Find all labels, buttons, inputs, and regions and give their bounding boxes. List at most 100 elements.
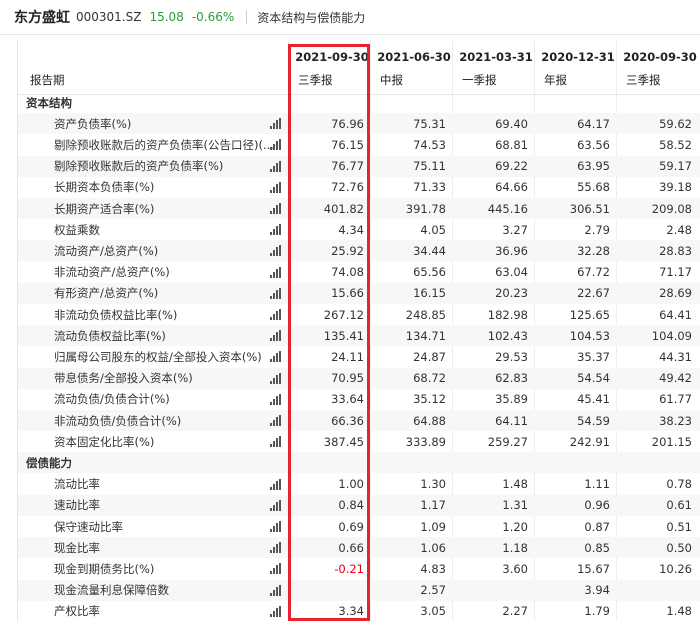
bar-chart-icon[interactable] (270, 203, 282, 214)
table-cell: 0.78 (666, 477, 692, 492)
bar-chart-icon-bar (270, 274, 272, 278)
bar-chart-icon[interactable] (270, 266, 282, 278)
table-cell: 201.15 (651, 434, 692, 449)
table-cell: 59.62 (659, 116, 692, 131)
table-cell: 104.09 (651, 328, 692, 343)
bar-chart-icon[interactable] (270, 521, 282, 532)
bar-chart-icon-bar (273, 483, 275, 490)
table-cell: 3.05 (420, 604, 446, 619)
table-cell: 333.89 (405, 434, 446, 449)
table-cell: 1.09 (420, 519, 446, 534)
table-cell: 28.69 (659, 286, 692, 301)
bar-chart-icon[interactable] (270, 245, 282, 257)
bar-chart-icon[interactable] (270, 287, 282, 299)
table-cell: 34.44 (413, 243, 446, 258)
bar-chart-icon-bar (270, 380, 272, 384)
column-date[interactable]: 2020-09-30 (620, 50, 700, 64)
table-cell: 1.20 (502, 519, 528, 534)
table-cell: 1.00 (338, 477, 364, 492)
table-cell: 182.98 (487, 307, 528, 322)
column-report-type: 一季报 (462, 73, 497, 87)
bar-chart-icon-bar (273, 123, 275, 130)
table-cell: 67.72 (577, 265, 610, 280)
bar-chart-icon[interactable] (270, 330, 282, 342)
bar-chart-icon[interactable] (270, 139, 282, 151)
bar-chart-icon-bar (273, 144, 275, 151)
table-row: 非流动负债权益比率(%) 267.12 248.85 182.98 125.65 64.4… (18, 304, 700, 325)
bar-chart-icon-bar (276, 289, 278, 299)
bar-chart-icon[interactable] (270, 118, 282, 130)
bar-chart-icon[interactable] (270, 563, 282, 575)
table-row: 流动比率 1.00 1.30 1.48 1.11 0.78 (18, 474, 700, 495)
bar-chart-icon[interactable] (270, 224, 282, 236)
bar-chart-icon-bar (273, 165, 275, 172)
column-date[interactable]: 2021-09-30 (292, 50, 372, 64)
table-cell: 2.79 (584, 222, 610, 237)
bar-chart-icon[interactable] (270, 436, 282, 448)
table-cell: 1.17 (420, 498, 446, 513)
bar-chart-icon[interactable] (270, 351, 282, 363)
bar-chart-icon-bar (279, 563, 281, 575)
bar-chart-icon[interactable] (270, 160, 282, 172)
table-cell: 55.68 (577, 180, 610, 195)
bar-chart-icon-bar (273, 420, 275, 426)
bar-chart-icon-bar (270, 486, 272, 490)
table-cell: 0.66 (338, 540, 364, 555)
table-cell: 24.87 (413, 349, 446, 364)
bar-chart-icon[interactable] (270, 393, 282, 405)
table-cell: 25.92 (331, 243, 364, 258)
table-cell: 0.96 (584, 498, 610, 513)
table-row: 长期资产适合率(%) 401.82 391.78 445.16 306.51 209.08 (18, 198, 700, 219)
table-cell: 0.69 (338, 519, 364, 534)
table-cell: 125.65 (569, 307, 610, 322)
table-row: 产权比率 3.34 3.05 2.27 1.79 1.48 (18, 601, 700, 621)
table-cell: 63.56 (577, 137, 610, 152)
bar-chart-icon[interactable] (270, 372, 282, 384)
bar-chart-icon-bar (279, 160, 281, 172)
bar-chart-icon-bar (279, 436, 281, 448)
bar-chart-icon-bar (270, 507, 272, 511)
bar-chart-icon[interactable] (270, 584, 282, 596)
bar-chart-icon-bar (273, 186, 275, 193)
metric-label: 带息债务/全部投入资本(%) (54, 371, 193, 386)
bar-chart-icon-bar (270, 126, 272, 130)
bar-chart-icon[interactable] (270, 415, 282, 426)
table-cell: 28.83 (659, 243, 692, 258)
column-date[interactable]: 2021-03-31 (456, 50, 536, 64)
bar-chart-icon[interactable] (270, 309, 282, 320)
bar-chart-icon[interactable] (270, 605, 282, 617)
column-date[interactable]: 2020-12-31 (538, 50, 618, 64)
table-cell: 248.85 (405, 307, 446, 322)
bar-chart-icon-bar (273, 377, 275, 384)
table-cell: 29.53 (495, 349, 528, 364)
metric-label: 流动负债权益比率(%) (54, 328, 166, 343)
table-cell: 4.05 (420, 222, 446, 237)
metric-label: 权益乘数 (54, 222, 100, 237)
table-cell: 15.67 (577, 561, 610, 576)
column-report-type: 三季报 (626, 73, 661, 87)
table-cell: 259.27 (487, 434, 528, 449)
bar-chart-icon-bar (276, 501, 278, 511)
bar-chart-icon[interactable] (270, 542, 282, 554)
metric-label: 资本固定化比率(%) (54, 434, 155, 449)
metric-label: 现金比率 (54, 540, 100, 555)
stock-name[interactable]: 东方盛虹 (14, 7, 70, 27)
table-row: 有形资产/总资产(%) 15.66 16.15 20.23 22.67 28.69 (18, 282, 700, 304)
column-date[interactable]: 2021-06-30 (374, 50, 454, 64)
bar-chart-icon-bar (273, 271, 275, 278)
bar-chart-icon[interactable] (270, 181, 282, 193)
column-report-type: 中报 (380, 73, 403, 87)
bar-chart-icon-bar (270, 295, 272, 299)
metric-label: 现金到期债务比(%) (54, 561, 155, 576)
metric-label: 剔除预收账款后的资产负债率(%) (54, 159, 224, 174)
bar-chart-icon[interactable] (270, 478, 282, 490)
bar-chart-icon[interactable] (270, 499, 282, 511)
table-cell: 391.78 (405, 201, 446, 216)
table-row: 权益乘数 4.34 4.05 3.27 2.79 2.48 (18, 219, 700, 240)
bar-chart-icon-bar (276, 311, 278, 320)
bar-chart-icon-bar (273, 292, 275, 299)
financial-table: 2021-09-30 三季报 2021-06-30 中报 2021-03-31 一季报 20… (17, 40, 700, 621)
table-cell: 242.91 (569, 434, 610, 449)
bar-chart-icon-bar (276, 565, 278, 575)
bar-chart-icon-bar (270, 423, 272, 426)
